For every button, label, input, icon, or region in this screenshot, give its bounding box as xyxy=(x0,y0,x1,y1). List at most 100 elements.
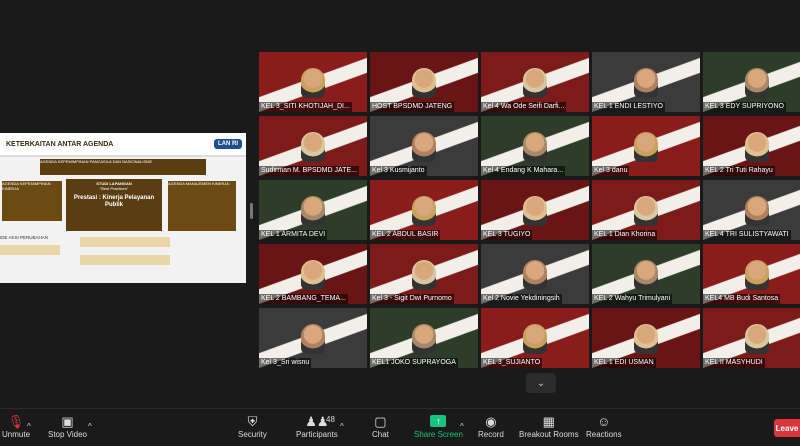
slide-bottom-label: IDE AKSI PERUBAHAN xyxy=(0,235,49,240)
slide-header: KETERKAITAN ANTAR AGENDA LAN RI xyxy=(0,133,246,157)
participant-name: KEL 2 ABDUL BASIR xyxy=(370,230,441,240)
participant-name: KEL 3_SUJIANTO xyxy=(481,358,543,368)
slide-top-box: AGENDA KEPEMIMPINAN PANCASILA DAN NASION… xyxy=(40,159,206,175)
slide-middle-box: STUDI LAPANGAN "Best Practices" Prestasi… xyxy=(66,179,162,231)
meeting-toolbar: 🎙 Unmute ^ ▣ Stop Video ^ ⛨ Security ♟♟ … xyxy=(0,408,800,446)
video-camera-icon: ▣ xyxy=(61,414,74,429)
participant-tile[interactable]: Kel 3 Kusmijanto xyxy=(370,116,478,176)
chevron-down-icon: ⌄ xyxy=(536,377,546,389)
participant-tile[interactable]: KEL 3_SUJIANTO xyxy=(481,308,589,368)
participant-name: KEL 1 ENDI LESTIYO xyxy=(592,102,665,112)
participant-video xyxy=(745,196,769,226)
participant-tile[interactable]: KEL4 MB Budi Santosa xyxy=(703,244,800,304)
participant-tile[interactable]: KEL 2 ABDUL BASIR xyxy=(370,180,478,240)
participant-tile[interactable]: KEL 4 TRI SULISTYAWATI xyxy=(703,180,800,240)
participant-video xyxy=(412,196,436,226)
unmute-button[interactable]: 🎙 Unmute xyxy=(2,414,31,440)
participant-tile[interactable]: KEL 3 TUGIYO xyxy=(481,180,589,240)
participant-tile[interactable]: Kel 3_Sri wisnu xyxy=(259,308,367,368)
participant-name: KEL 3 EDY SUPRIYONO xyxy=(703,102,786,112)
participant-name: Sudirman M. BPSDMD JATE... xyxy=(259,166,359,176)
share-screen-button[interactable]: ↑ Share Screen xyxy=(414,415,463,439)
participant-video xyxy=(523,68,547,98)
breakout-rooms-button[interactable]: ▦ Breakout Rooms xyxy=(519,414,579,440)
participant-video xyxy=(301,260,325,290)
participant-name: HOST BPSDMD JATENG xyxy=(370,102,455,112)
participant-name: Kel 3_Sri wisnu xyxy=(259,358,312,368)
participant-name: KEL 3 TUGIYO xyxy=(481,230,533,240)
participant-name: Kel 3 danu xyxy=(592,166,630,176)
slide-title: KETERKAITAN ANTAR AGENDA xyxy=(6,140,114,148)
breakout-rooms-icon: ▦ xyxy=(542,414,555,429)
participant-video xyxy=(634,68,658,98)
participant-name: KEL 2 Wahyu Trimulyani xyxy=(592,294,673,304)
participant-name: KEL 3_SITI KHOTIJAH_DI... xyxy=(259,102,352,112)
participant-video xyxy=(745,260,769,290)
participant-tile[interactable]: Sudirman M. BPSDMD JATE... xyxy=(259,116,367,176)
participant-tile[interactable]: KEL 2 Wahyu Trimulyani xyxy=(592,244,700,304)
participant-video xyxy=(745,68,769,98)
participant-name: Kel 4 Wa Ode Seifi Darfi... xyxy=(481,102,567,112)
participant-video xyxy=(412,324,436,354)
participant-tile[interactable]: KEL 3_SITI KHOTIJAH_DI... xyxy=(259,52,367,112)
participant-tile[interactable]: HOST BPSDMD JATENG xyxy=(370,52,478,112)
participant-name: Kel 3 - Sigit Dwi Purnomo xyxy=(370,294,454,304)
participant-tile[interactable]: KEL 2 BAMBANG_TEMA... xyxy=(259,244,367,304)
participant-video xyxy=(523,132,547,162)
record-icon: ◉ xyxy=(485,414,497,429)
record-label: Record xyxy=(478,430,504,439)
next-page-button[interactable]: ⌄ xyxy=(526,373,556,393)
participant-tile[interactable]: Kel 3 - Sigit Dwi Purnomo xyxy=(370,244,478,304)
participant-video xyxy=(634,260,658,290)
participant-tile[interactable]: Kel 4 Wa Ode Seifi Darfi... xyxy=(481,52,589,112)
participant-name: Kel 3 Kusmijanto xyxy=(370,166,427,176)
participant-name: KEL 1 Dian Khorina xyxy=(592,230,658,240)
slide-mid-sub: "Best Practices" xyxy=(99,186,129,191)
participant-name: KEL4 MB Budi Santosa xyxy=(703,294,781,304)
security-button[interactable]: ⛨ Security xyxy=(238,414,267,440)
participant-name: KEL 2 BAMBANG_TEMA... xyxy=(259,294,348,304)
participant-tile[interactable]: Kel 3 danu xyxy=(592,116,700,176)
participant-video xyxy=(301,68,325,98)
video-options-caret[interactable]: ^ xyxy=(88,422,92,431)
participant-name: KEL 4 TRI SULISTYAWATI xyxy=(703,230,791,240)
resize-handle[interactable] xyxy=(250,203,253,219)
participant-tile[interactable]: KEL1 JOKO SUPRAYOGA xyxy=(370,308,478,368)
chat-label: Chat xyxy=(372,430,389,439)
participant-tile[interactable]: Kel 4 Endang K Mahara... xyxy=(481,116,589,176)
chat-button[interactable]: ▢ Chat xyxy=(372,415,389,440)
participant-video xyxy=(412,68,436,98)
participant-video xyxy=(523,324,547,354)
participants-count: 48 xyxy=(326,415,335,424)
share-screen-label: Share Screen xyxy=(414,430,463,439)
participant-tile[interactable]: Kel 2 Novie Yekdiningsih xyxy=(481,244,589,304)
participant-tile[interactable]: KEL 2 Tri Tuti Rahayu xyxy=(703,116,800,176)
record-button[interactable]: ◉ Record xyxy=(478,414,504,440)
participant-tile[interactable]: KEL II MASYHUDI xyxy=(703,308,800,368)
participant-video xyxy=(523,196,547,226)
share-options-caret[interactable]: ^ xyxy=(460,422,464,431)
participant-video xyxy=(634,196,658,226)
participant-name: KEL 1 ARMITA DEVI xyxy=(259,230,328,240)
participant-tile[interactable]: KEL 1 ENDI LESTIYO xyxy=(592,52,700,112)
participant-video xyxy=(301,196,325,226)
participant-name: Kel 4 Endang K Mahara... xyxy=(481,166,566,176)
shield-icon: ⛨ xyxy=(247,414,258,429)
leave-button[interactable]: Leave xyxy=(774,419,800,437)
slide-mid-heading: Prestasi : Kinerja Pelayanan Publik xyxy=(73,195,155,208)
participant-tile[interactable]: KEL 3 EDY SUPRIYONO xyxy=(703,52,800,112)
participant-video xyxy=(634,324,658,354)
participants-label: Participants xyxy=(296,430,338,439)
participant-tile[interactable]: KEL 1 ARMITA DEVI xyxy=(259,180,367,240)
lan-logo: LAN RI xyxy=(214,139,242,149)
unmute-label: Unmute xyxy=(2,430,31,439)
participant-tile[interactable]: KEL 1 EDI USMAN xyxy=(592,308,700,368)
slide-row xyxy=(80,237,170,247)
participant-tile[interactable]: KEL 1 Dian Khorina xyxy=(592,180,700,240)
audio-options-caret[interactable]: ^ xyxy=(27,422,31,431)
mic-off-icon: 🎙 xyxy=(7,414,25,429)
stop-video-button[interactable]: ▣ Stop Video xyxy=(48,414,87,440)
participants-options-caret[interactable]: ^ xyxy=(340,422,344,431)
reactions-button[interactable]: ☺ Reactions xyxy=(586,415,622,440)
slide-row xyxy=(0,245,60,255)
